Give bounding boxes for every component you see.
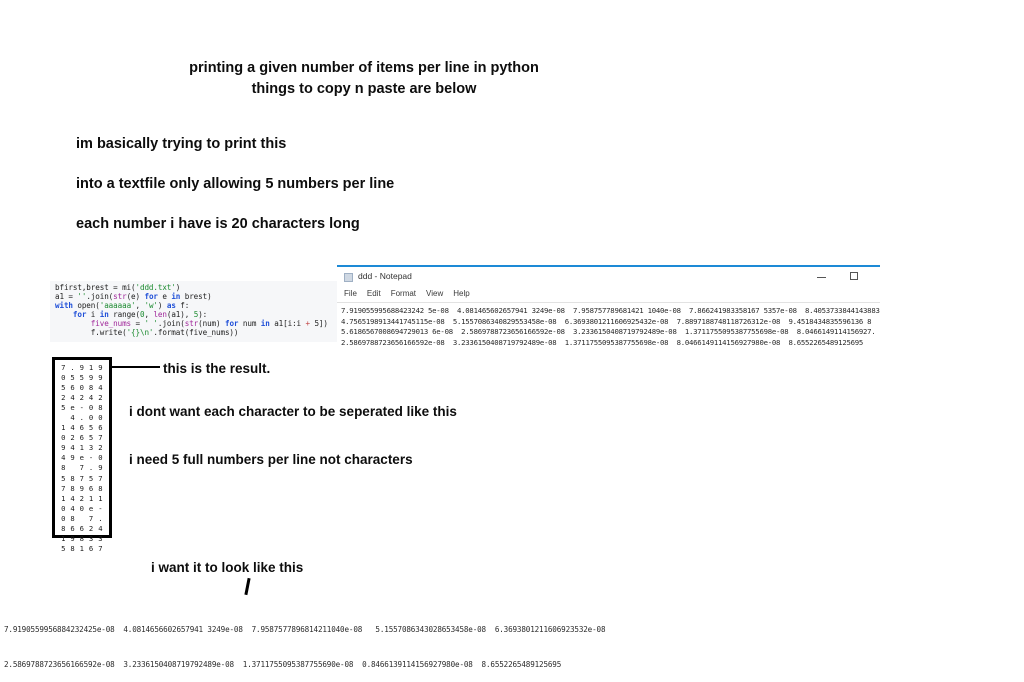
menu-item-edit[interactable]: Edit [367, 287, 381, 301]
code-line-6: f.write('{}\n'.format(five_nums)) [55, 328, 239, 338]
minimize-button[interactable] [808, 267, 836, 285]
page-title-line-1: printing a given number of items per lin… [189, 60, 539, 76]
pointer-stroke-icon [244, 577, 251, 596]
desired-output-line-1: 7.9190559956884232425e-08 4.081465660265… [4, 625, 606, 634]
maximize-button[interactable] [840, 267, 868, 285]
code-line-3: with open('aaaaaa', 'w') as f: [55, 301, 190, 311]
annotation-dont-want-separated: i dont want each character to be seperat… [129, 404, 457, 419]
menu-item-view[interactable]: View [426, 287, 443, 301]
result-leader-line [112, 366, 160, 368]
annotation-need-five-numbers: i need 5 full numbers per line not chara… [129, 452, 413, 467]
menu-item-format[interactable]: Format [391, 287, 416, 301]
page-title-line-2: things to copy n paste are below [251, 81, 477, 97]
notepad-title-bar[interactable]: ddd - Notepad [337, 267, 880, 287]
annotation-this-is-the-result: this is the result. [163, 361, 271, 376]
notepad-menu-bar: File Edit Format View Help [337, 287, 880, 303]
notepad-app-icon [344, 273, 353, 282]
code-line-4: for i in range(0, len(a1), 5): [72, 310, 208, 320]
notepad-window-title: ddd - Notepad [358, 271, 412, 281]
result-character-box: 7 . 9 1 9 0 5 5 9 9 5 6 0 8 4 2 4 2 4 2 … [52, 357, 112, 553]
desired-output-text: 7.9190559956884232425e-08 4.081465660265… [4, 601, 1020, 682]
notepad-window: ddd - Notepad File Edit Format View Help 7.9… [337, 265, 880, 347]
annotation-want-it-to-look-like-this: i want it to look like this [151, 560, 304, 575]
statement-basically-trying: im basically trying to print this [76, 136, 287, 152]
page-title: printing a given number of items per lin… [0, 58, 728, 100]
menu-item-help[interactable]: Help [453, 287, 469, 301]
code-line-2: a1 = ''.join(str(e) for e in brest) [55, 292, 212, 302]
menu-item-file[interactable]: File [344, 287, 357, 301]
notepad-text-area[interactable]: 7.919055995688423242 5e-08 4.08146560265… [337, 303, 880, 351]
statement-textfile-five-numbers: into a textfile only allowing 5 numbers … [76, 176, 395, 192]
python-code-block: bfirst,brest = mi('ddd.txt') a1 = ''.joi… [50, 281, 340, 342]
code-line-1: bfirst,brest = mi('ddd.txt') [55, 283, 181, 292]
code-line-5: five_nums = ' '.join(str(num) for num in… [90, 319, 328, 329]
statement-twenty-characters: each number i have is 20 characters long [76, 216, 360, 232]
desired-output-line-2: 2.5869788723656166592e-08 3.233615040871… [4, 659, 562, 669]
